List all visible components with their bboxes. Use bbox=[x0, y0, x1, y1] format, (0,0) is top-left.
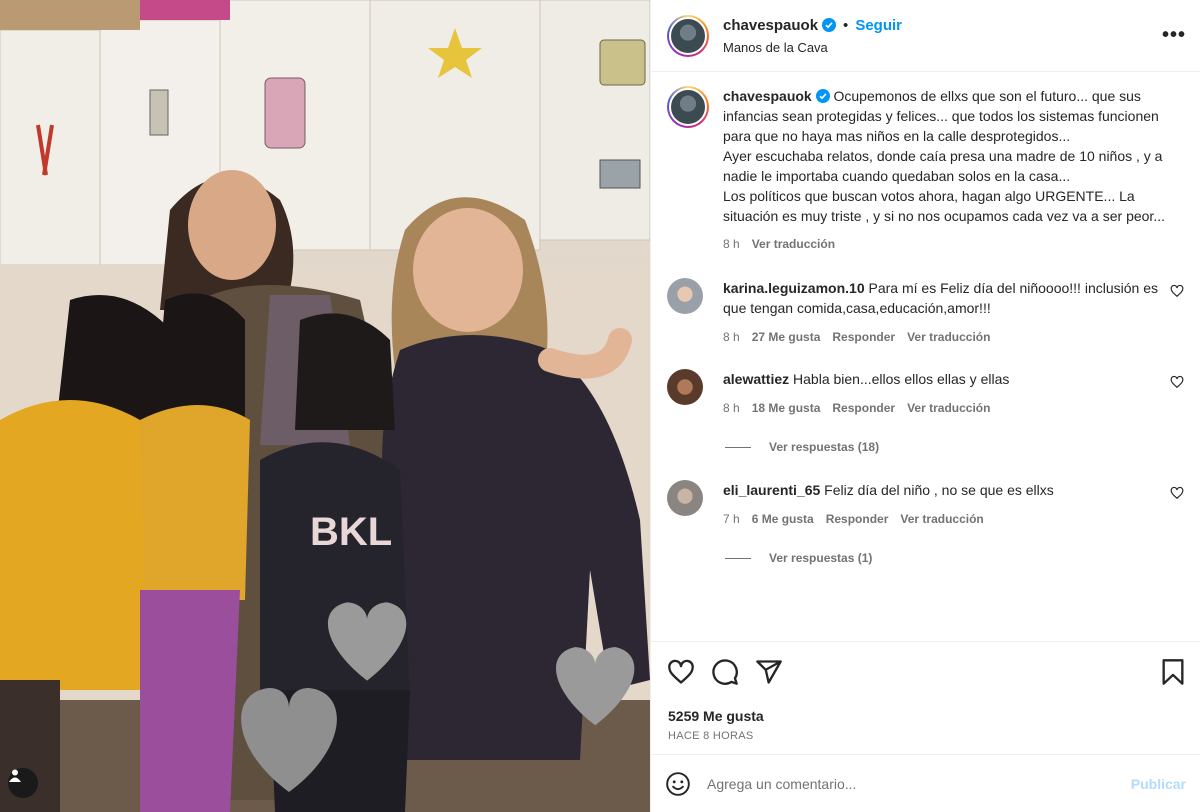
save-button[interactable] bbox=[1160, 658, 1186, 691]
comment-button[interactable] bbox=[711, 658, 739, 686]
reply-button[interactable]: Responder bbox=[832, 398, 895, 418]
caption-username[interactable]: chavespauok bbox=[723, 88, 812, 104]
send-icon bbox=[756, 660, 782, 684]
caption-avatar[interactable] bbox=[667, 86, 709, 128]
like-comment-heart-icon[interactable] bbox=[1170, 486, 1184, 500]
author-username[interactable]: chavespauok bbox=[723, 17, 818, 34]
like-comment-heart-icon[interactable] bbox=[1170, 284, 1184, 298]
comment-time[interactable]: 8 h bbox=[723, 398, 740, 418]
verified-badge-icon bbox=[822, 18, 837, 32]
replies-line bbox=[725, 446, 751, 448]
comment-likes[interactable]: 6 Me gusta bbox=[752, 509, 814, 529]
separator-dot: • bbox=[843, 16, 849, 34]
view-replies-label[interactable]: Ver respuestas (1) bbox=[769, 551, 872, 565]
caption-text-2: Ayer escuchaba relatos, donde caía presa… bbox=[723, 148, 1163, 184]
comments-section: chavespauok Ocupemonos de ellxs que son … bbox=[651, 72, 1200, 642]
reply-button[interactable]: Responder bbox=[826, 509, 889, 529]
comment-likes[interactable]: 18 Me gusta bbox=[752, 398, 821, 418]
translate-link[interactable]: Ver traducción bbox=[907, 398, 990, 418]
comment-bubble-icon bbox=[712, 659, 738, 685]
post-actions bbox=[651, 642, 1200, 702]
commenter-avatar[interactable] bbox=[667, 369, 703, 405]
replies-line bbox=[725, 557, 751, 559]
post-header: chavespauok • Seguir Manos de la Cava ••… bbox=[651, 0, 1200, 72]
like-comment-heart-icon[interactable] bbox=[1170, 375, 1184, 389]
post-panel: chavespauok • Seguir Manos de la Cava ••… bbox=[650, 0, 1200, 812]
comment-text: Feliz día del niño , no se que es ellxs bbox=[824, 482, 1054, 498]
reply-button[interactable]: Responder bbox=[832, 327, 895, 347]
heart-icon bbox=[668, 659, 694, 684]
instagram-post: BKL chavespauok • Seguir Manos de la Cav… bbox=[0, 0, 1200, 812]
like-button[interactable] bbox=[667, 658, 695, 686]
commenter-avatar[interactable] bbox=[667, 278, 703, 314]
view-replies-button[interactable]: Ver respuestas (1) bbox=[725, 551, 1184, 565]
view-replies-button[interactable]: Ver respuestas (18) bbox=[725, 440, 1184, 454]
commenter-username[interactable]: eli_laurenti_65 bbox=[723, 482, 820, 498]
translate-link[interactable]: Ver traducción bbox=[907, 327, 990, 347]
commenter-avatar[interactable] bbox=[667, 480, 703, 516]
comment-likes[interactable]: 27 Me gusta bbox=[752, 327, 821, 347]
commenter-username[interactable]: alewattiez bbox=[723, 371, 789, 387]
comment-time[interactable]: 8 h bbox=[723, 327, 740, 347]
caption-text-3: Los políticos que buscan votos ahora, ha… bbox=[723, 188, 1165, 224]
commenter-username[interactable]: karina.leguizamon.10 bbox=[723, 280, 865, 296]
caption-time[interactable]: 8 h bbox=[723, 234, 740, 254]
user-icon bbox=[9, 769, 21, 782]
like-count[interactable]: 5259 Me gusta bbox=[651, 708, 1200, 724]
bookmark-icon bbox=[1162, 659, 1184, 685]
caption: chavespauok Ocupemonos de ellxs que son … bbox=[667, 86, 1184, 254]
view-replies-label[interactable]: Ver respuestas (18) bbox=[769, 440, 879, 454]
comment-text: Habla bien...ellos ellos ellas y ellas bbox=[793, 371, 1010, 387]
publish-button[interactable]: Publicar bbox=[1131, 776, 1186, 792]
post-photo[interactable]: BKL bbox=[0, 0, 650, 812]
author-avatar[interactable] bbox=[667, 14, 709, 57]
add-comment-bar: Publicar bbox=[651, 754, 1200, 812]
svg-text:BKL: BKL bbox=[310, 510, 392, 554]
translate-link[interactable]: Ver traducción bbox=[900, 509, 983, 529]
comment-item: alewattiez Habla bien...ellos ellos ella… bbox=[667, 369, 1184, 418]
verified-badge-icon bbox=[815, 89, 830, 103]
comment-time[interactable]: 7 h bbox=[723, 509, 740, 529]
photo-illustration: BKL bbox=[0, 0, 650, 812]
follow-button[interactable]: Seguir bbox=[855, 17, 902, 34]
comment-item: karina.leguizamon.10 Para mí es Feliz dí… bbox=[667, 278, 1184, 347]
tagged-users-button[interactable] bbox=[8, 768, 38, 798]
comment-item: eli_laurenti_65 Feliz día del niño , no … bbox=[667, 480, 1184, 529]
comment-input[interactable] bbox=[707, 775, 1087, 792]
caption-translate-link[interactable]: Ver traducción bbox=[752, 234, 835, 254]
more-options-icon[interactable]: ••• bbox=[1162, 24, 1186, 47]
post-age[interactable]: HACE 8 HORAS bbox=[651, 730, 1200, 742]
emoji-icon[interactable] bbox=[665, 771, 691, 797]
share-button[interactable] bbox=[755, 658, 783, 686]
post-location[interactable]: Manos de la Cava bbox=[723, 40, 902, 55]
